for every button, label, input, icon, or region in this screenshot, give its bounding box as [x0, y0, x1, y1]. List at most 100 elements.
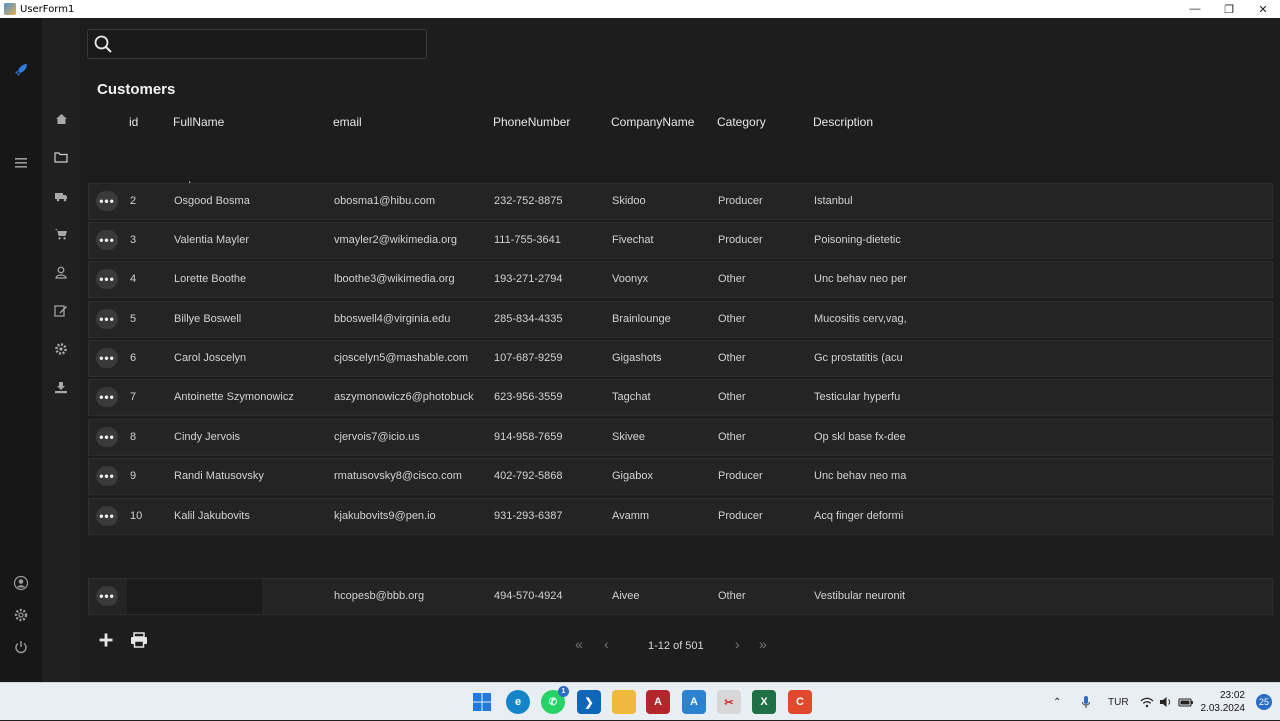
page-title: Customers	[97, 81, 176, 98]
search-box[interactable]	[87, 29, 427, 59]
cell-description: Unc behav neo per	[814, 273, 907, 285]
access-icon[interactable]: A	[646, 690, 670, 714]
truck-icon[interactable]	[52, 187, 70, 205]
cell-fullname: Antoinette Szymonowicz	[174, 391, 294, 403]
wifi-icon[interactable]	[1140, 683, 1154, 721]
cell-fullname: Carol Joscelyn	[174, 352, 247, 364]
settings-gear-icon[interactable]	[11, 605, 31, 625]
table-row[interactable]: ••• 8 Cindy Jervois cjervois7@icio.us 91…	[88, 419, 1273, 456]
first-page-icon[interactable]: «	[575, 636, 583, 652]
cell-email: kjakubovits9@pen.io	[334, 510, 436, 522]
battery-icon[interactable]	[1178, 683, 1194, 721]
cell-fullname: Cindy Jervois	[174, 431, 241, 443]
table-row[interactable]: ••• 5 Billye Boswell bboswell4@virginia.…	[88, 301, 1273, 338]
column-header-phone[interactable]: PhoneNumber	[493, 115, 603, 129]
cell-fullname: Billye Boswell	[174, 313, 242, 325]
column-header-fullname[interactable]: FullName	[173, 115, 323, 129]
edit-icon[interactable]	[52, 301, 70, 319]
table-row[interactable]: ••• 10 Kalil Jakubovits kjakubovits9@pen…	[88, 498, 1273, 535]
row-actions-button[interactable]: •••	[96, 387, 118, 407]
volume-icon[interactable]	[1159, 683, 1173, 721]
cell-description: Gc prostatitis (acu	[814, 352, 903, 364]
cell-category: Other	[718, 590, 746, 602]
window-controls: — ❐ ✕	[1178, 0, 1280, 18]
cell-category: Other	[718, 273, 746, 285]
system-clock[interactable]: 23:02 2.03.2024	[1201, 689, 1246, 715]
row-actions-button[interactable]: •••	[96, 269, 118, 289]
cell-email: vmayler2@wikimedia.org	[334, 234, 458, 246]
power-icon[interactable]	[11, 637, 31, 657]
next-page-icon[interactable]: ›	[735, 636, 740, 652]
row-actions-button[interactable]: •••	[96, 348, 118, 368]
microphone-icon[interactable]	[1081, 683, 1091, 721]
input-language[interactable]: TUR	[1108, 683, 1129, 721]
cell-id: 6	[130, 352, 137, 364]
notification-badge[interactable]: 25	[1256, 694, 1272, 710]
table-row[interactable]: ••• hcopesb@bbb.org 494-570-4924 Aivee O…	[88, 578, 1273, 615]
search-input[interactable]	[120, 34, 420, 54]
table-row[interactable]: ••• 2 Osgood Bosma obosma1@hibu.com 232-…	[88, 183, 1273, 220]
clock-time: 23:02	[1219, 690, 1245, 701]
print-icon[interactable]	[130, 632, 148, 653]
previous-page-icon[interactable]: ‹	[604, 636, 609, 652]
restore-icon[interactable]: ❐	[1212, 0, 1246, 18]
column-header-company[interactable]: CompanyName	[611, 115, 711, 129]
table-row[interactable]: ••• 6 Carol Joscelyn cjoscelyn5@mashable…	[88, 340, 1273, 377]
table-row[interactable]: ••• 9 Randi Matusovsky rmatusovsky8@cisc…	[88, 458, 1273, 495]
column-header-description[interactable]: Description	[813, 115, 909, 129]
cell-description: Acq finger deformi	[814, 510, 904, 522]
hamburger-menu-icon[interactable]	[11, 153, 31, 173]
main-panel: Customers id FullName email PhoneNumber …	[80, 18, 1280, 682]
column-header-id[interactable]: id	[129, 115, 159, 129]
row-actions-button[interactable]: •••	[96, 230, 118, 250]
show-hidden-icons[interactable]: ⌃	[1053, 683, 1061, 721]
cell-email: cjervois7@icio.us	[334, 431, 420, 443]
close-icon[interactable]: ✕	[1246, 0, 1280, 18]
customers-icon[interactable]	[52, 263, 70, 281]
visual-studio-installer-icon[interactable]: A	[682, 690, 706, 714]
row-actions-button[interactable]: •••	[96, 506, 118, 526]
add-icon[interactable]	[98, 632, 114, 653]
column-header-category[interactable]: Category	[717, 115, 807, 129]
table-row[interactable]: ••• 7 Antoinette Szymonowicz aszymonowic…	[88, 379, 1273, 416]
left-rail	[0, 18, 42, 682]
cell-fullname: Kalil Jakubovits	[174, 510, 250, 522]
search-icon	[93, 34, 113, 59]
table-header: id FullName email PhoneNumber CompanyNam…	[88, 110, 1273, 134]
cell-company: Avamm	[612, 510, 650, 522]
table-row[interactable]: ••• 4 Lorette Boothe lboothe3@wikimedia.…	[88, 261, 1273, 298]
home-icon[interactable]	[52, 110, 70, 128]
cell-email: rmatusovsky8@cisco.com	[334, 470, 462, 482]
download-icon[interactable]	[52, 378, 70, 396]
row-actions-button[interactable]: •••	[96, 309, 118, 329]
cell-id: 9	[130, 470, 137, 482]
excel-icon[interactable]: X	[752, 690, 776, 714]
settings-icon[interactable]	[52, 340, 70, 358]
row-actions-button[interactable]: •••	[96, 586, 118, 606]
folder-icon[interactable]	[52, 148, 70, 166]
cell-category: Producer	[718, 470, 763, 482]
row-actions-button[interactable]: •••	[96, 427, 118, 447]
table-row[interactable]: ••• 3 Valentia Mayler vmayler2@wikimedia…	[88, 222, 1273, 259]
cell-email: bboswell4@virginia.edu	[334, 313, 451, 325]
cart-icon[interactable]	[52, 225, 70, 243]
windows-start-icon[interactable]	[470, 690, 494, 714]
whatsapp-icon[interactable]: ✆ 1	[541, 686, 569, 714]
file-explorer-icon[interactable]	[612, 690, 636, 714]
edge-icon[interactable]: e	[506, 690, 530, 714]
vscode-icon[interactable]: ❯	[577, 690, 601, 714]
row-actions-button[interactable]: •••	[96, 191, 118, 211]
last-page-icon[interactable]: »	[759, 636, 767, 652]
rocket-icon[interactable]	[11, 60, 31, 80]
app-c-icon[interactable]: C	[788, 690, 812, 714]
minimize-icon[interactable]: —	[1178, 0, 1212, 18]
cell-phone: 232-752-8875	[494, 195, 563, 207]
snipping-tool-icon[interactable]: ✂	[717, 690, 741, 714]
cell-id: 4	[130, 273, 137, 285]
app-icon	[4, 3, 16, 15]
cell-company: Brainlounge	[612, 313, 671, 325]
cell-id: 2	[130, 195, 137, 207]
user-account-icon[interactable]	[11, 573, 31, 593]
column-header-email[interactable]: email	[333, 115, 493, 129]
row-actions-button[interactable]: •••	[96, 466, 118, 486]
